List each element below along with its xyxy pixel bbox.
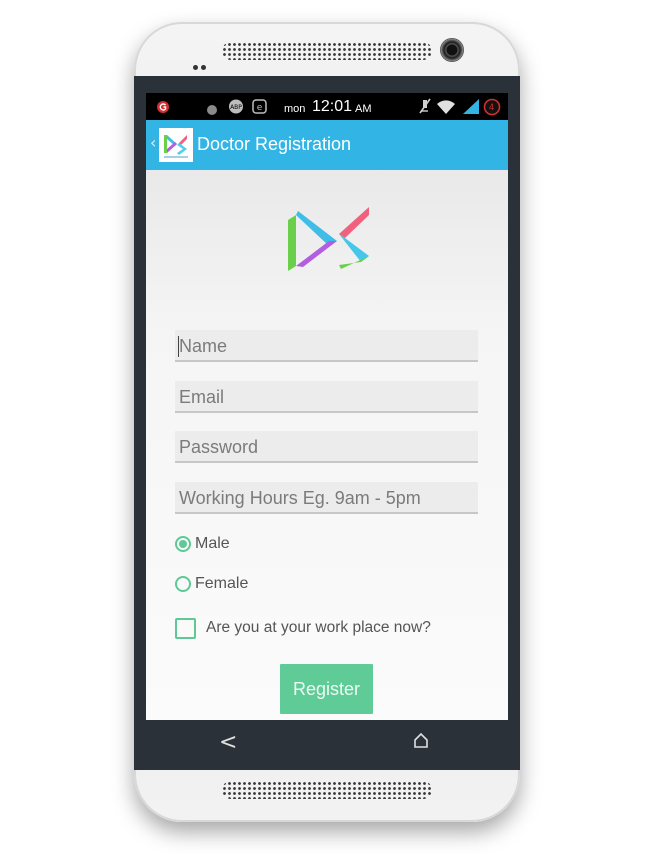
e-icon: e — [252, 99, 267, 118]
battery-level: 4 — [489, 102, 495, 112]
screen-title: Doctor Registration — [197, 134, 352, 154]
wifi-icon — [436, 99, 456, 119]
svg-text:ABP: ABP — [230, 104, 242, 111]
navigation-bar: < — [146, 720, 508, 770]
screen: ABP e mon 12:01 AM 4 ‹ Doctor Registrati… — [146, 93, 508, 720]
register-button[interactable]: Register — [280, 664, 373, 714]
home-icon[interactable] — [413, 732, 429, 752]
ds-logo-icon[interactable] — [159, 128, 193, 162]
day-label: mon — [284, 103, 306, 115]
action-bar: ‹ Doctor Registration — [146, 120, 508, 170]
ds-logo — [283, 203, 373, 277]
bottom-speaker — [222, 781, 432, 799]
mute-icon — [418, 98, 432, 119]
record-icon — [206, 101, 218, 120]
male-label: Male — [195, 535, 230, 552]
female-label: Female — [195, 575, 249, 592]
back-icon[interactable]: < — [219, 730, 237, 755]
male-radio[interactable] — [175, 536, 191, 552]
front-camera — [440, 38, 464, 62]
name-field[interactable] — [175, 330, 478, 362]
name-input[interactable] — [175, 330, 478, 360]
text-cursor — [178, 336, 179, 357]
password-field[interactable] — [175, 431, 478, 463]
female-radio[interactable] — [175, 576, 191, 592]
clock-ampm: AM — [355, 103, 372, 115]
sensor-dots — [193, 55, 211, 70]
status-bar: ABP e mon 12:01 AM 4 — [146, 93, 508, 120]
working-hours-input[interactable] — [175, 482, 478, 512]
chevron-left-icon[interactable]: ‹ — [150, 133, 156, 152]
svg-text:e: e — [257, 103, 263, 113]
email-field[interactable] — [175, 381, 478, 413]
working-hours-field[interactable] — [175, 482, 478, 514]
signal-icon — [462, 98, 480, 119]
email-input[interactable] — [175, 381, 478, 411]
workplace-label: Are you at your work place now? — [206, 619, 431, 636]
earpiece-speaker — [222, 42, 432, 60]
workplace-checkbox[interactable] — [175, 618, 196, 639]
adb-icon: ABP — [228, 99, 244, 118]
registration-form: Male Female Are you at your work place n… — [146, 170, 508, 720]
app-notification-icon — [156, 99, 170, 118]
password-input[interactable] — [175, 431, 478, 461]
clock-time: 12:01 — [312, 98, 353, 115]
